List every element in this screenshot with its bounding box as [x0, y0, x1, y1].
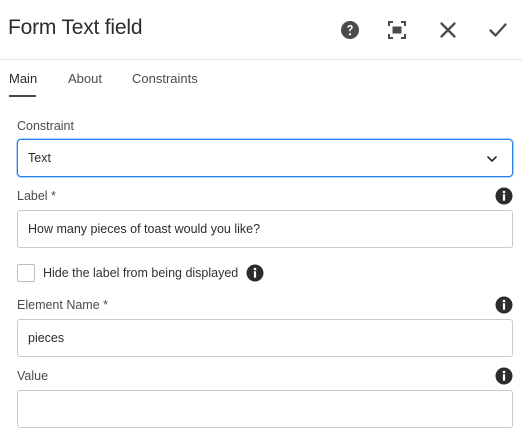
info-icon — [495, 367, 513, 385]
chevron-down-icon — [487, 156, 497, 162]
fullscreen-button[interactable] — [385, 18, 409, 42]
hide-label-checkbox[interactable] — [17, 264, 35, 282]
dialog-header: Form Text field — [0, 0, 522, 60]
constraint-label: Constraint — [17, 119, 74, 133]
constraint-select-value: Text — [28, 151, 51, 165]
fullscreen-icon — [388, 21, 406, 39]
hide-label-checkbox-label: Hide the label from being displayed — [43, 266, 239, 280]
value-input[interactable] — [17, 390, 513, 428]
checkmark-icon — [489, 23, 507, 37]
element-name-info-button[interactable] — [495, 296, 513, 314]
label-info-button[interactable] — [495, 187, 513, 205]
dialog-title: Form Text field — [8, 16, 143, 39]
info-icon — [246, 264, 264, 282]
done-button[interactable] — [486, 18, 510, 42]
constraint-select[interactable]: Text — [17, 139, 513, 177]
tab-bar: Main About Constraints — [0, 60, 522, 98]
tab-main[interactable]: Main — [9, 71, 37, 86]
close-button[interactable] — [436, 18, 460, 42]
element-name-label: Element Name * — [17, 298, 109, 312]
element-name-input[interactable] — [17, 319, 513, 357]
label-field-label: Label * — [17, 189, 56, 203]
info-icon — [495, 296, 513, 314]
tab-constraints[interactable]: Constraints — [132, 71, 198, 86]
value-info-button[interactable] — [495, 367, 513, 385]
hide-label-info-button[interactable] — [246, 264, 264, 282]
form-text-field-dialog: Form Text field Main About Constraints C… — [0, 0, 532, 447]
tab-about[interactable]: About — [68, 71, 102, 86]
close-icon — [440, 22, 456, 38]
info-icon — [495, 187, 513, 205]
label-input[interactable] — [17, 210, 513, 248]
help-button[interactable] — [338, 18, 362, 42]
help-icon — [341, 21, 359, 39]
active-tab-indicator — [9, 95, 36, 97]
value-label: Value — [17, 369, 49, 383]
